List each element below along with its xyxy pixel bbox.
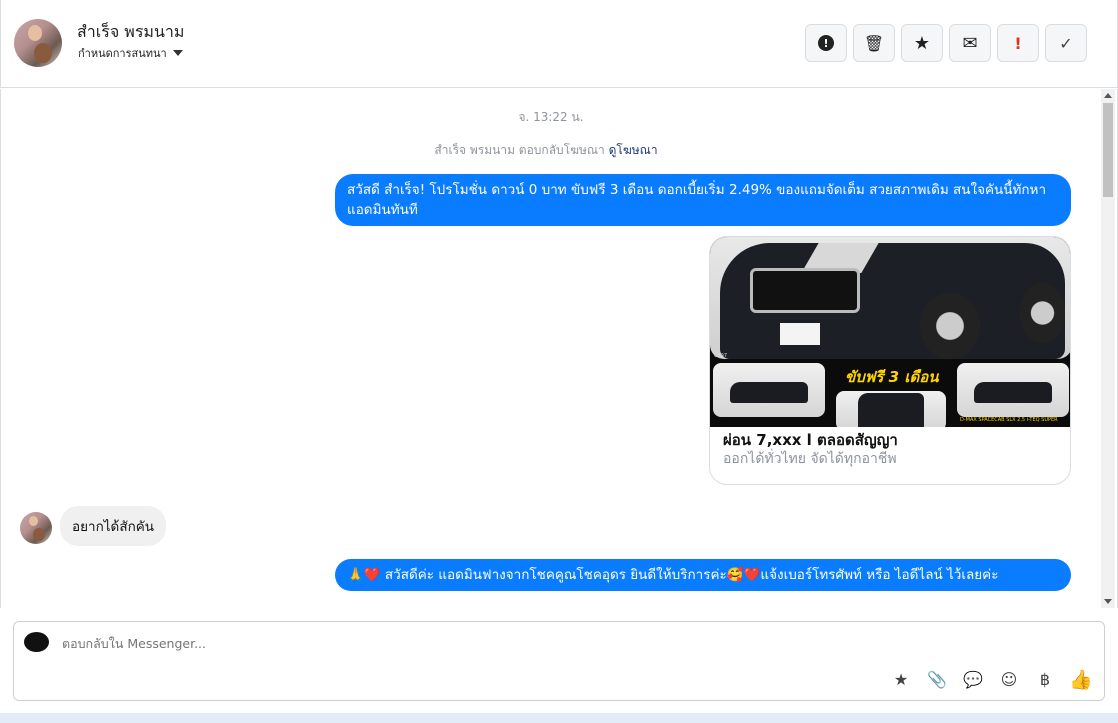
bottom-bar <box>0 713 1118 723</box>
contact-name[interactable]: สำเร็จ พรมนาม <box>77 20 184 45</box>
trash-icon: 🗑 <box>863 33 885 53</box>
spam-button[interactable]: ! <box>805 24 847 62</box>
ad-image-promo: ขับฟรี 3 เดือน <box>845 368 939 386</box>
outgoing-message: 🙏❤️ สวัสดีค่ะ แอดมินฟางจากโชคคูณโชคอุดร … <box>335 559 1071 591</box>
chat-bubble-icon[interactable]: 💬 <box>962 668 984 690</box>
assign-label: กำหนดการสนทนา <box>78 47 167 60</box>
contact-avatar[interactable] <box>14 19 62 67</box>
reply-notice-text: สำเร็จ พรมนาม ตอบกลับโฆษณา <box>434 143 605 157</box>
ad-image: C797 ขับฟรี 3 เดือน D-MAX SPACECAB SLX 2… <box>710 237 1070 427</box>
mark-unread-button[interactable]: ✉ <box>949 24 991 62</box>
ad-reply-notice: สำเร็จ พรมนาม ตอบกลับโฆษณา ดูโฆษณา <box>1 141 1091 160</box>
customer-avatar <box>20 512 52 544</box>
exclamation-icon: ! <box>1014 33 1022 53</box>
ad-image-model: D-MAX SPACECAB SLX 2.5 i-TEQ SUPER <box>960 417 1058 423</box>
message-timestamp: จ. 13:22 น. <box>518 110 584 124</box>
assign-conversation-dropdown[interactable]: กำหนดการสนทนา <box>78 44 183 62</box>
outgoing-message: สวัสดี สำเร็จ! โปรโมชั่น ดาวน์ 0 บาท ขับ… <box>335 174 1071 226</box>
check-icon: ✓ <box>1059 33 1073 53</box>
view-ad-link[interactable]: ดูโฆษณา <box>609 143 658 157</box>
saved-reply-icon[interactable]: ★ <box>890 668 912 690</box>
message-thread: จ. 13:22 น. สำเร็จ พรมนาม ตอบกลับโฆษณา ด… <box>0 89 1118 608</box>
star-icon: ★ <box>913 32 931 54</box>
composer-tools: ★ 📎 💬 ☺ ฿ 👍 <box>890 668 1093 691</box>
envelope-icon: ✉ <box>962 32 978 54</box>
incoming-message: อยากได้สักคัน <box>60 506 167 546</box>
follow-up-button[interactable]: ! <box>997 24 1039 62</box>
delete-button[interactable]: 🗑 <box>853 24 895 62</box>
ad-card[interactable]: C797 ขับฟรี 3 เดือน D-MAX SPACECAB SLX 2… <box>709 236 1071 485</box>
paperclip-icon[interactable]: 📎 <box>926 668 948 690</box>
ad-image-lot: C797 <box>714 353 728 359</box>
mark-done-button[interactable]: ✓ <box>1045 24 1087 62</box>
page-logo <box>24 632 49 652</box>
thumbs-up-icon[interactable]: 👍 <box>1069 668 1093 691</box>
alert-circle-icon: ! <box>818 35 834 51</box>
baht-payment-icon[interactable]: ฿ <box>1034 668 1056 690</box>
toolbar: ! 🗑 ★ ✉ ! ✓ <box>805 24 1087 62</box>
caret-down-icon <box>172 50 183 56</box>
emoji-icon[interactable]: ☺ <box>998 668 1020 690</box>
message-composer: ★ 📎 💬 ☺ ฿ 👍 <box>13 621 1105 701</box>
star-button[interactable]: ★ <box>901 24 943 62</box>
reply-input[interactable] <box>62 636 962 651</box>
ad-card-subtitle: ออกได้ทั่วไทย จัดได้ทุกอาชีพ <box>723 451 897 467</box>
scrollbar[interactable] <box>1101 89 1115 608</box>
conversation-header: สำเร็จ พรมนาม กำหนดการสนทนา ! 🗑 ★ ✉ ! ✓ <box>0 0 1118 88</box>
